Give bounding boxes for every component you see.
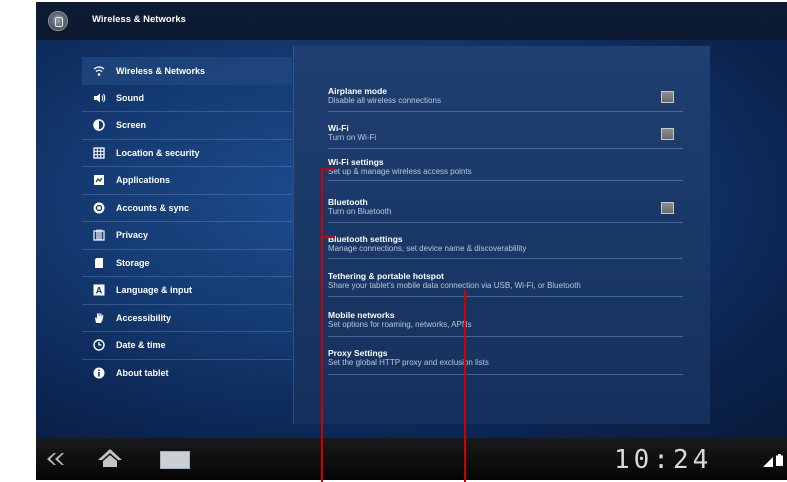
setting-title: Wi-Fi: [328, 123, 349, 133]
sync-icon: [92, 201, 106, 215]
brightness-icon: [92, 118, 106, 132]
category-label: Applications: [116, 175, 171, 186]
category-accessibility[interactable]: Accessibility: [82, 305, 292, 332]
category-label: Language & input: [116, 285, 192, 296]
back-icon[interactable]: [44, 452, 66, 471]
setting-title: Bluetooth settings: [328, 234, 403, 244]
clock-text: 10:24: [614, 445, 713, 475]
category-applications[interactable]: Applications: [82, 167, 292, 195]
setting-summary: Manage connections, set device name & di…: [328, 244, 527, 253]
category-label: About tablet: [116, 368, 169, 379]
callout-line-wifi-settings: [321, 168, 323, 482]
hand-icon: [92, 311, 106, 325]
category-language-input[interactable]: A Language & input: [82, 277, 292, 305]
settings-icon[interactable]: [48, 11, 68, 31]
category-location-security[interactable]: Location & security: [82, 140, 292, 167]
callout-tick-wifi-settings: [321, 168, 335, 170]
setting-tethering-hotspot[interactable]: Tethering & portable hotspot Share your …: [328, 271, 683, 297]
category-privacy[interactable]: Privacy: [82, 222, 292, 250]
setting-summary: Turn on Bluetooth: [328, 207, 392, 216]
callout-tick-bluetooth-settings: [321, 236, 335, 238]
setting-summary: Set options for roaming, networks, APNs: [328, 320, 472, 329]
applications-icon: [92, 173, 106, 187]
setting-bluetooth[interactable]: Bluetooth Turn on Bluetooth: [328, 197, 683, 223]
setting-title: Proxy Settings: [328, 348, 388, 358]
setting-summary: Share your tablet’s mobile data connecti…: [328, 281, 581, 290]
category-label: Wireless & Networks: [116, 65, 205, 76]
window-title: Wireless & Networks: [92, 14, 186, 25]
airplane-mode-checkbox[interactable]: [661, 91, 674, 103]
category-label: Accounts & sync: [116, 202, 190, 213]
info-icon: [92, 366, 106, 380]
category-label: Location & security: [116, 147, 200, 158]
svg-text:A: A: [96, 286, 103, 296]
wifi-icon: [92, 64, 106, 78]
category-label: Accessibility: [116, 312, 172, 323]
privacy-icon: [92, 228, 106, 242]
setting-proxy[interactable]: Proxy Settings Set the global HTTP proxy…: [328, 348, 683, 375]
category-date-time[interactable]: Date & time: [82, 332, 292, 360]
category-storage[interactable]: Storage: [82, 250, 292, 277]
battery-icon: [776, 453, 783, 471]
callout-line-tethering: [464, 290, 466, 482]
tablet-device: Wireless & Networks Wireless & Networks …: [36, 2, 787, 480]
setting-summary: Disable all wireless connections: [328, 96, 441, 105]
setting-bluetooth-settings[interactable]: Bluetooth settings Manage connections, s…: [328, 234, 683, 259]
setting-title: Mobile networks: [328, 310, 395, 320]
signal-icon: [763, 454, 773, 472]
wireless-settings-panel: Airplane mode Disable all wireless conne…: [293, 46, 710, 424]
wifi-checkbox[interactable]: [661, 128, 674, 140]
category-label: Sound: [116, 92, 144, 103]
speaker-icon: [92, 91, 106, 105]
setting-wifi[interactable]: Wi-Fi Turn on Wi-Fi: [328, 123, 683, 149]
category-screen[interactable]: Screen: [82, 112, 292, 140]
location-grid-icon: [92, 146, 106, 160]
keyboard-a-icon: A: [92, 283, 106, 297]
setting-title: Airplane mode: [328, 86, 388, 96]
category-wireless-networks[interactable]: Wireless & Networks: [82, 57, 292, 85]
settings-category-list: Wireless & Networks Sound Screen Locatio…: [82, 57, 292, 387]
system-navigation-bar: 10:24: [36, 438, 787, 480]
bluetooth-checkbox[interactable]: [661, 202, 674, 214]
title-bar: Wireless & Networks: [36, 2, 787, 40]
clock-icon: [92, 338, 106, 352]
setting-summary: Set up & manage wireless access points: [328, 167, 472, 176]
category-label: Privacy: [116, 230, 149, 241]
category-label: Storage: [116, 257, 150, 268]
setting-title: Tethering & portable hotspot: [328, 271, 445, 281]
setting-summary: Set the global HTTP proxy and exclusion …: [328, 358, 489, 367]
home-icon[interactable]: [97, 448, 123, 473]
category-label: Screen: [116, 120, 147, 131]
category-about-tablet[interactable]: About tablet: [82, 360, 292, 388]
setting-airplane-mode[interactable]: Airplane mode Disable all wireless conne…: [328, 86, 683, 112]
category-accounts-sync[interactable]: Accounts & sync: [82, 195, 292, 222]
setting-summary: Turn on Wi-Fi: [328, 133, 377, 142]
category-label: Date & time: [116, 340, 166, 351]
setting-wifi-settings[interactable]: Wi-Fi settings Set up & manage wireless …: [328, 157, 683, 181]
settings-screen: Wireless & Networks Wireless & Networks …: [36, 2, 787, 438]
setting-mobile-networks[interactable]: Mobile networks Set options for roaming,…: [328, 310, 683, 337]
sd-card-icon: [92, 256, 106, 270]
setting-title: Bluetooth: [328, 197, 368, 207]
category-sound[interactable]: Sound: [82, 85, 292, 112]
recent-apps-icon[interactable]: [160, 451, 190, 474]
setting-title: Wi-Fi settings: [328, 157, 384, 167]
